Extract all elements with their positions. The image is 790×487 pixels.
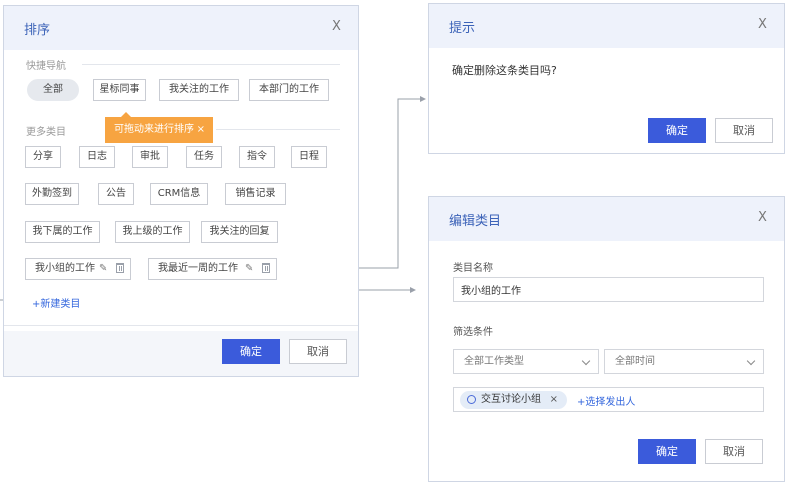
edit-confirm-button[interactable]: 确定 — [638, 439, 696, 464]
confirm-dialog-header: 提示 X — [429, 4, 784, 48]
quick-nav-item-followed[interactable]: 我关注的工作 — [159, 79, 239, 101]
sort-dialog-footer-divider — [4, 325, 358, 326]
sort-dialog-title: 排序 — [24, 23, 51, 38]
chevron-down-icon — [581, 356, 591, 366]
work-type-select[interactable]: 全部工作类型 — [453, 349, 599, 374]
chip-close-icon[interactable]: × — [550, 391, 558, 409]
category-log[interactable]: 日志 — [79, 146, 115, 168]
sender-chip-label: 交互讨论小组 — [481, 394, 541, 405]
confirm-dialog: 提示 X 确定删除这条类目吗? 确定 取消 — [428, 3, 785, 154]
confirm-ok-button[interactable]: 确定 — [648, 118, 706, 143]
filter-conditions-label: 筛选条件 — [453, 327, 493, 338]
category-superior-work[interactable]: 我上级的工作 — [115, 221, 190, 243]
edit-dialog: 编辑类目 X 类目名称 筛选条件 全部工作类型 全部时间 交互讨论小组 × +选… — [428, 196, 785, 482]
confirm-cancel-button[interactable]: 取消 — [715, 118, 773, 143]
more-categories-divider — [216, 129, 340, 130]
quick-nav-label: 快捷导航 — [26, 61, 66, 72]
category-field-checkin[interactable]: 外勤签到 — [25, 183, 79, 205]
category-sales-record[interactable]: 销售记录 — [225, 183, 286, 205]
category-name-label: 类目名称 — [453, 263, 493, 274]
sort-dialog-footer: 确定 取消 — [4, 331, 358, 376]
connector-arrow-edit — [410, 287, 416, 293]
category-followed-replies[interactable]: 我关注的回复 — [201, 221, 278, 243]
select-sender-link[interactable]: +选择发出人 — [577, 393, 635, 408]
circle-icon — [467, 395, 476, 404]
add-category-link[interactable]: +新建类目 — [32, 295, 80, 310]
chevron-down-icon — [746, 356, 756, 366]
category-approval[interactable]: 审批 — [132, 146, 168, 168]
tooltip-close-icon[interactable]: × — [197, 117, 205, 143]
time-select[interactable]: 全部时间 — [604, 349, 764, 374]
pencil-icon[interactable]: ✎ — [245, 262, 253, 276]
trash-icon[interactable] — [116, 263, 124, 273]
quick-nav-divider — [82, 64, 340, 65]
quick-nav-item-starred[interactable]: 星标同事 — [93, 79, 146, 101]
drag-sort-tooltip: 可拖动来进行排序 × — [105, 112, 213, 143]
quick-nav-item-department[interactable]: 本部门的工作 — [249, 79, 329, 101]
sort-dialog-close-icon[interactable]: X — [332, 19, 341, 34]
sort-confirm-button[interactable]: 确定 — [222, 339, 280, 364]
confirm-dialog-title: 提示 — [449, 21, 476, 36]
sender-chip: 交互讨论小组 × — [460, 391, 567, 409]
category-task[interactable]: 任务 — [186, 146, 222, 168]
category-group-work[interactable]: 我小组的工作 ✎ — [25, 258, 131, 280]
category-name-input[interactable] — [453, 277, 764, 302]
category-crm[interactable]: CRM信息 — [150, 183, 208, 205]
trash-icon[interactable] — [262, 263, 270, 273]
connector-arrow-confirm — [420, 96, 426, 102]
category-recent-week-work[interactable]: 我最近一周的工作 ✎ — [148, 258, 277, 280]
category-subordinate-work[interactable]: 我下属的工作 — [25, 221, 100, 243]
confirm-dialog-close-icon[interactable]: X — [758, 17, 767, 32]
category-group-work-label: 我小组的工作 — [35, 263, 95, 274]
tooltip-text: 可拖动来进行排序 — [114, 124, 194, 135]
tooltip-arrow — [121, 112, 131, 117]
category-recent-week-work-label: 我最近一周的工作 — [158, 263, 238, 274]
category-command[interactable]: 指令 — [239, 146, 275, 168]
sort-cancel-button[interactable]: 取消 — [289, 339, 347, 364]
category-schedule[interactable]: 日程 — [291, 146, 327, 168]
time-select-value: 全部时间 — [615, 356, 655, 367]
sender-picker[interactable]: 交互讨论小组 × +选择发出人 — [453, 387, 764, 412]
sort-dialog-header: 排序 X — [4, 6, 358, 50]
pencil-icon[interactable]: ✎ — [99, 262, 107, 276]
edit-cancel-button[interactable]: 取消 — [705, 439, 763, 464]
quick-nav-item-all[interactable]: 全部 — [27, 79, 79, 101]
edit-dialog-header: 编辑类目 X — [429, 197, 784, 241]
work-type-select-value: 全部工作类型 — [464, 356, 524, 367]
edit-dialog-title: 编辑类目 — [449, 214, 502, 229]
category-announcement[interactable]: 公告 — [98, 183, 134, 205]
edit-dialog-close-icon[interactable]: X — [758, 210, 767, 225]
category-share[interactable]: 分享 — [25, 146, 61, 168]
confirm-message: 确定删除这条类目吗? — [452, 64, 557, 77]
more-categories-label: 更多类目 — [26, 127, 66, 138]
sort-dialog: 排序 X 快捷导航 全部 星标同事 我关注的工作 本部门的工作 可拖动来进行排序… — [3, 5, 359, 377]
